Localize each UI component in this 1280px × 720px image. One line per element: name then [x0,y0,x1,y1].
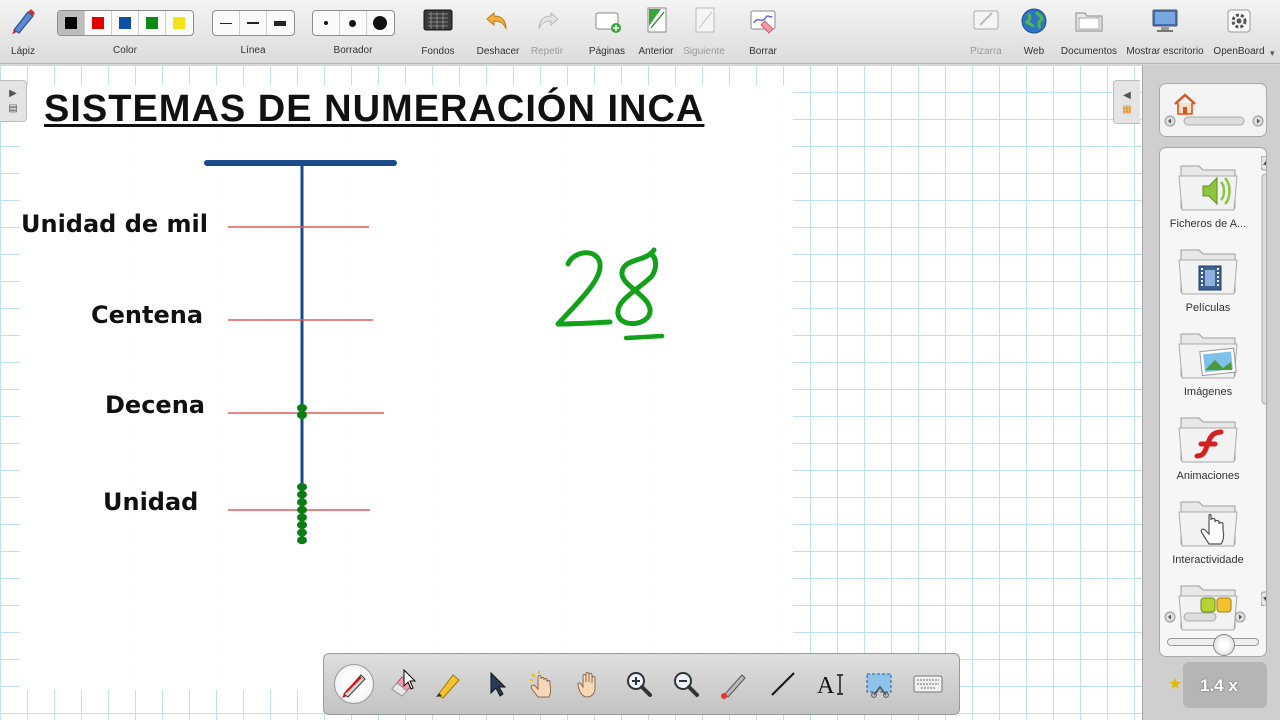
handwritten-digit-2 [555,250,613,327]
text-tool[interactable]: A [811,664,851,704]
desktop-icon [1148,4,1182,38]
library-item-images[interactable]: Imágenes [1160,328,1256,406]
quipu-knot [297,498,307,507]
keyboard-icon [913,675,943,693]
zoom-out-icon [674,672,699,697]
folder-icon [1072,4,1106,38]
quipu-knot [297,521,307,529]
quipu-knot [297,411,307,419]
globe-icon [1017,4,1051,38]
show-desktop-button[interactable]: Mostrar escritorio [1124,4,1206,62]
right-palette-toggle[interactable]: ◀ ▦ [1113,80,1140,124]
library-panel: Ficheros de A... Películas Imágenes Anim… [1142,65,1280,720]
library-item-label: Películas [1185,302,1231,314]
laser-pointer-tool[interactable] [715,664,755,704]
openboard-window: Lápiz Color Línea Borrador Fondos Deshac… [0,0,1280,720]
zoom-in-tool[interactable] [619,664,659,704]
quipu-knot [297,490,307,499]
library-home-box [1159,83,1267,137]
library-item-movies[interactable]: Películas [1160,244,1256,322]
library-browser: Ficheros de A... Películas Imágenes Anim… [1159,147,1267,657]
interactive-folder-icon [1177,496,1239,548]
quipu-knot [297,404,307,412]
knots-tens [297,404,307,419]
documents-label: Documentos [1060,46,1118,57]
openboard-label: OpenBoard [1213,46,1265,57]
hand-tool[interactable] [570,664,610,704]
board-mode-button[interactable]: Pizarra [966,4,1006,62]
zoom-out-tool[interactable] [666,664,706,704]
quipu-knot [297,513,307,522]
interact-tool[interactable] [522,664,562,704]
quipu-knot [297,505,307,514]
desktop-label: Mostrar escritorio [1126,46,1204,57]
board-label: Pizarra [970,46,1002,57]
library-item-audio[interactable]: Ficheros de A... [1160,160,1256,238]
highlighter-icon [436,674,460,699]
interact-icon [530,671,552,698]
library-item-label: Animaciones [1176,470,1240,482]
library-item-animations[interactable]: Animaciones [1160,412,1256,490]
gear-icon [1222,4,1256,38]
handwritten-number [555,247,665,341]
knots-units [297,483,307,545]
openboard-menu-button[interactable]: OpenBoard [1210,4,1268,62]
zoom-in-icon [627,672,652,697]
virtual-keyboard-tool[interactable] [908,664,948,704]
audio-folder-icon [1177,160,1239,212]
highlighter-tool[interactable] [428,664,468,704]
pen-icon [342,674,366,698]
capture-tool[interactable] [859,664,899,704]
text-icon: A [817,673,843,699]
mouse-cursor-icon [403,668,417,696]
web-mode-button[interactable]: Web [1016,4,1052,62]
selector-icon [490,671,507,697]
library-horizontal-scrollbar[interactable] [1164,611,1264,623]
favorite-star-icon[interactable]: ★ [1168,674,1182,694]
quipu-knot [297,528,307,537]
row-label-units: Unidad [103,488,199,516]
library-vertical-scrollbar[interactable] [1261,156,1267,606]
zoom-slider-knob[interactable] [1213,634,1235,656]
selector-tool[interactable] [476,664,516,704]
collapse-arrow-icon: ◀ [1123,89,1131,101]
line-tool[interactable] [763,664,803,704]
images-folder-icon [1177,328,1239,380]
handwritten-digit-8 [615,247,659,326]
board-icon [969,4,1003,38]
row-label-hundreds: Centena [91,301,204,329]
quipu-knot [297,483,307,491]
quipu-knot [297,536,307,545]
web-label: Web [1023,46,1045,57]
handwritten-underline [623,333,665,341]
row-label-thousands: Unidad de mil [21,210,208,238]
capture-icon [866,673,892,698]
applications-folder-icon [1177,580,1239,632]
zoom-level: 1.4 x [1200,676,1238,695]
documents-mode-button[interactable]: Documentos [1058,4,1120,62]
pen-tool[interactable] [334,664,374,704]
movie-folder-icon [1177,244,1239,296]
hand-icon [577,672,596,698]
stylus-palette: A [323,653,960,715]
flash-folder-icon [1177,412,1239,464]
line-icon [771,672,795,696]
toolbar-overflow-icon[interactable]: ▾ [1270,48,1275,59]
library-item-interactive[interactable]: Interactividade [1160,496,1256,574]
row-label-tens: Decena [105,391,205,419]
svg-text:A: A [817,673,835,699]
library-item-label: Interactividade [1172,554,1244,566]
library-item-label: Imágenes [1183,386,1233,398]
library-item-label: Ficheros de A... [1169,218,1247,230]
laser-icon [721,674,746,699]
library-icon: ▦ [1122,103,1132,115]
home-horizontal-scrollbar[interactable] [1164,115,1264,127]
